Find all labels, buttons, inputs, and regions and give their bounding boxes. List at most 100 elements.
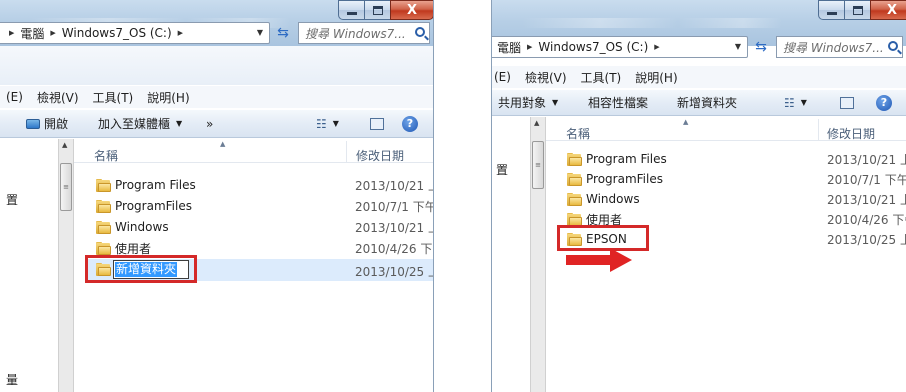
search-input[interactable]: 搜尋 Windows7... [298,22,430,44]
breadcrumb-drive-c[interactable]: Windows7_OS (C:) [538,40,648,54]
maximize-icon [852,5,863,15]
breadcrumb-computer[interactable]: 電腦 [497,39,521,56]
menu-edit[interactable]: (E) [0,90,30,104]
file-date: 2013/10/21 上 [355,178,434,193]
column-modified-date[interactable]: 修改日期 [356,147,404,164]
file-date: 2010/7/1 下午 [355,199,434,214]
share-with-button[interactable]: 共用對象 ▼ [498,94,558,111]
address-bar[interactable]: ▶ 電腦 ▶ Windows7_OS (C:) ▶ ▼ [0,22,270,44]
list-item[interactable]: Program Files 2013/10/21 上 [546,149,906,169]
command-bar: 開啟 加入至媒體櫃 ▼ » ☷ ▼ ? [0,110,433,138]
menu-tools[interactable]: 工具(T) [574,69,629,86]
address-bar[interactable]: 電腦 ▶ Windows7_OS (C:) ▶ ▼ [492,36,748,58]
menu-help[interactable]: 說明(H) [140,89,196,106]
glass-reflection [522,18,782,28]
add-to-library-button[interactable]: 加入至媒體櫃 ▼ [98,115,182,132]
new-folder-button[interactable]: 新增資料夾 [677,94,737,111]
chevron-down-icon: ▼ [800,98,807,107]
navigation-pane[interactable]: 置 [492,117,530,392]
column-divider[interactable] [346,141,347,163]
address-dropdown-icon[interactable]: ▼ [735,42,741,51]
scrollbar-thumb[interactable]: ≡ [532,141,544,189]
file-date: 2013/10/25 上 [355,265,434,279]
maximize-button[interactable] [364,0,390,20]
preview-pane-icon[interactable] [840,96,854,109]
scrollbar-thumb[interactable]: ≡ [60,163,72,211]
title-bar[interactable]: X ▶ 電腦 ▶ Windows7_OS (C:) ▶ ▼ ⇆ 搜尋 Windo… [0,0,433,46]
add-to-library-label: 加入至媒體櫃 [98,117,171,131]
list-item[interactable]: Windows 2013/10/21 上 [546,189,906,209]
search-placeholder: 搜尋 Windows7... [305,26,406,41]
search-icon[interactable] [888,41,898,51]
close-button[interactable]: X [390,0,433,20]
column-modified-date[interactable]: 修改日期 [827,125,875,142]
search-placeholder: 搜尋 Windows7... [783,40,884,55]
breadcrumb-computer[interactable]: 電腦 [20,25,44,42]
nav-item-fragment[interactable]: 量 [6,371,18,388]
title-bar[interactable]: X 電腦 ▶ Windows7_OS (C:) ▶ ▼ ⇆ 搜尋 Windows… [492,0,906,58]
command-bar: 共用對象 ▼ 相容性檔案 新增資料夾 ☷ ▼ ? [492,90,906,116]
change-view-button[interactable]: ☷ ▼ [316,117,339,131]
menu-edit[interactable]: (E) [492,70,518,84]
minimize-button[interactable] [338,0,364,20]
list-item[interactable]: Program Files 2013/10/21 上 [74,175,433,195]
maximize-button[interactable] [844,0,870,20]
menu-view[interactable]: 檢視(V) [30,89,86,106]
search-input[interactable]: 搜尋 Windows7... [776,36,903,58]
help-icon[interactable]: ? [402,115,418,132]
arrow-right-icon [566,248,634,272]
view-icon: ☷ [316,116,327,131]
help-icon[interactable]: ? [876,94,892,111]
chevron-down-icon: ▼ [332,119,339,128]
change-view-button[interactable]: ☷ ▼ [784,96,807,110]
refresh-icon[interactable]: ⇆ [750,36,772,58]
compatibility-files-button[interactable]: 相容性檔案 [588,94,648,111]
close-icon: X [886,2,898,18]
sort-caret-icon: ▲ [683,118,689,126]
list-item[interactable]: ProgramFiles 2010/7/1 下午 [74,196,433,216]
breadcrumb-drive-c[interactable]: Windows7_OS (C:) [62,26,172,40]
file-name: 使用者 [115,241,152,256]
chevron-down-icon: ▼ [552,98,559,107]
search-icon[interactable] [415,27,425,37]
preview-pane-icon[interactable] [370,117,384,130]
file-name: Windows [115,220,169,234]
file-date: 2010/4/26 下午 [827,212,906,227]
navigation-pane[interactable]: 置 量 [0,139,58,392]
nav-scrollbar[interactable]: ▲ ≡ [58,139,74,392]
column-name[interactable]: 名稱 [94,147,118,164]
menu-view[interactable]: 檢視(V) [518,69,574,86]
menu-help[interactable]: 說明(H) [628,69,684,86]
explorer-window-after: X 電腦 ▶ Windows7_OS (C:) ▶ ▼ ⇆ 搜尋 Windows… [491,0,906,392]
file-name: Program Files [586,152,667,166]
breadcrumb-chevron-icon: ▶ [50,29,56,37]
maximize-icon [372,5,383,15]
folder-icon [567,192,582,206]
column-name[interactable]: 名稱 [566,125,590,142]
refresh-icon[interactable]: ⇆ [272,22,294,44]
open-button[interactable]: 開啟 [26,115,68,132]
file-name: Windows [586,192,640,206]
close-button[interactable]: X [870,0,906,20]
sort-caret-icon: ▲ [220,140,226,148]
nav-scrollbar[interactable]: ▲ ≡ [530,117,546,392]
nav-item-fragment[interactable]: 置 [6,191,18,208]
address-dropdown-icon[interactable]: ▼ [257,28,263,37]
explorer-window-before: X ▶ 電腦 ▶ Windows7_OS (C:) ▶ ▼ ⇆ 搜尋 Windo… [0,0,434,392]
nav-item-fragment[interactable]: 置 [496,161,508,178]
highlight-frame [85,255,197,283]
list-item[interactable]: ProgramFiles 2010/7/1 下午 [546,169,906,189]
minimize-button[interactable] [818,0,844,20]
file-date: 2013/10/21 上 [827,192,906,207]
menu-tools[interactable]: 工具(T) [86,89,141,106]
close-icon: X [406,2,418,18]
scroll-up-icon[interactable]: ▲ [62,141,67,149]
folder-icon [96,178,111,192]
view-icon: ☷ [784,95,795,110]
chevron-down-icon: ▼ [176,119,183,128]
list-item[interactable]: Windows 2013/10/21 上 [74,217,433,237]
scroll-up-icon[interactable]: ▲ [534,119,539,127]
more-commands-button[interactable]: » [206,117,213,131]
folder-icon [567,152,582,166]
column-divider[interactable] [818,119,819,141]
